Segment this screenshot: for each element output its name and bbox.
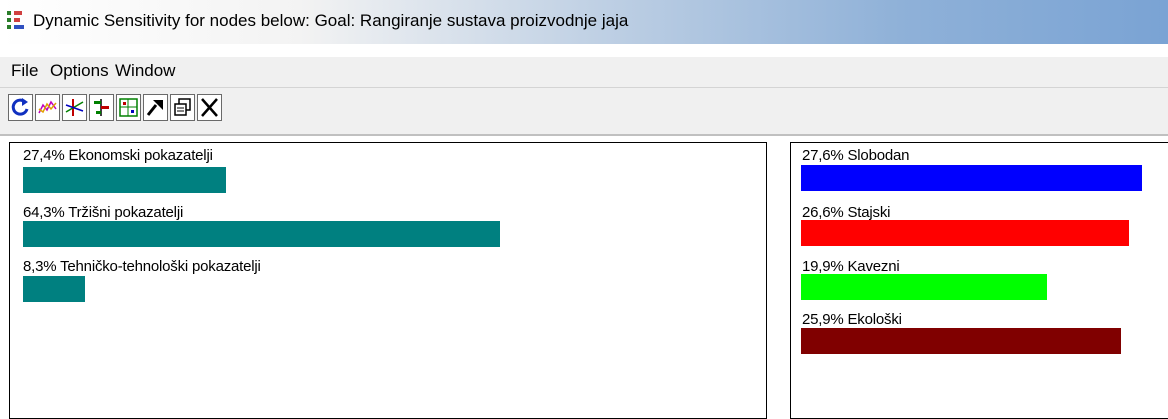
title-bar[interactable]: Dynamic Sensitivity for nodes below: Goa… bbox=[0, 0, 1168, 44]
alternative-bar[interactable] bbox=[801, 220, 1129, 246]
alternative-bar[interactable] bbox=[801, 165, 1142, 191]
alternative-label: 25,9% Ekološki bbox=[802, 311, 902, 328]
toolbar bbox=[0, 88, 1168, 136]
criterion-bar[interactable] bbox=[23, 276, 85, 302]
two-d-plot-icon bbox=[119, 98, 138, 117]
gradient-button[interactable] bbox=[62, 94, 87, 121]
window-title: Dynamic Sensitivity for nodes below: Goa… bbox=[33, 11, 629, 30]
criterion-label: 27,4% Ekonomski pokazatelji bbox=[23, 147, 213, 164]
alternative-label: 26,6% Stajski bbox=[802, 204, 891, 221]
gradient-icon bbox=[65, 99, 84, 116]
performance-graph-button[interactable] bbox=[35, 94, 60, 121]
close-button[interactable] bbox=[197, 94, 222, 121]
alternative-bar[interactable] bbox=[801, 328, 1121, 354]
head-to-head-button[interactable] bbox=[89, 94, 114, 121]
two-d-plot-button[interactable] bbox=[116, 94, 141, 121]
menu-options[interactable]: Options bbox=[50, 61, 109, 81]
head-to-head-icon bbox=[94, 99, 109, 116]
menu-file[interactable]: File bbox=[11, 61, 38, 81]
arrow-icon bbox=[146, 100, 163, 116]
arrow-button[interactable] bbox=[143, 94, 168, 121]
sensitivity-window: Dynamic Sensitivity for nodes below: Goa… bbox=[0, 0, 1168, 419]
copy-icon bbox=[174, 98, 191, 116]
recalculate-icon bbox=[11, 98, 29, 116]
criterion-label: 8,3% Tehničko-tehnološki pokazatelji bbox=[23, 258, 261, 275]
performance-graph-icon bbox=[38, 100, 57, 114]
alternatives-panel: 27,6% Slobodan 26,6% Stajski 19,9% Kavez… bbox=[790, 142, 1168, 419]
menu-bar: File Options Window bbox=[0, 57, 1168, 88]
criterion-bar[interactable] bbox=[23, 221, 500, 247]
criteria-panel: 27,4% Ekonomski pokazatelji 64,3% Tržišn… bbox=[9, 142, 767, 419]
menu-window[interactable]: Window bbox=[115, 61, 175, 81]
alternative-label: 27,6% Slobodan bbox=[802, 147, 910, 164]
alternative-bar[interactable] bbox=[801, 274, 1047, 300]
copy-button[interactable] bbox=[170, 94, 195, 121]
app-icon bbox=[7, 11, 24, 29]
recalculate-button[interactable] bbox=[8, 94, 33, 121]
criterion-label: 64,3% Tržišni pokazatelji bbox=[23, 204, 184, 221]
close-icon bbox=[201, 98, 218, 117]
criterion-bar[interactable] bbox=[23, 167, 226, 193]
alternative-label: 19,9% Kavezni bbox=[802, 258, 900, 275]
